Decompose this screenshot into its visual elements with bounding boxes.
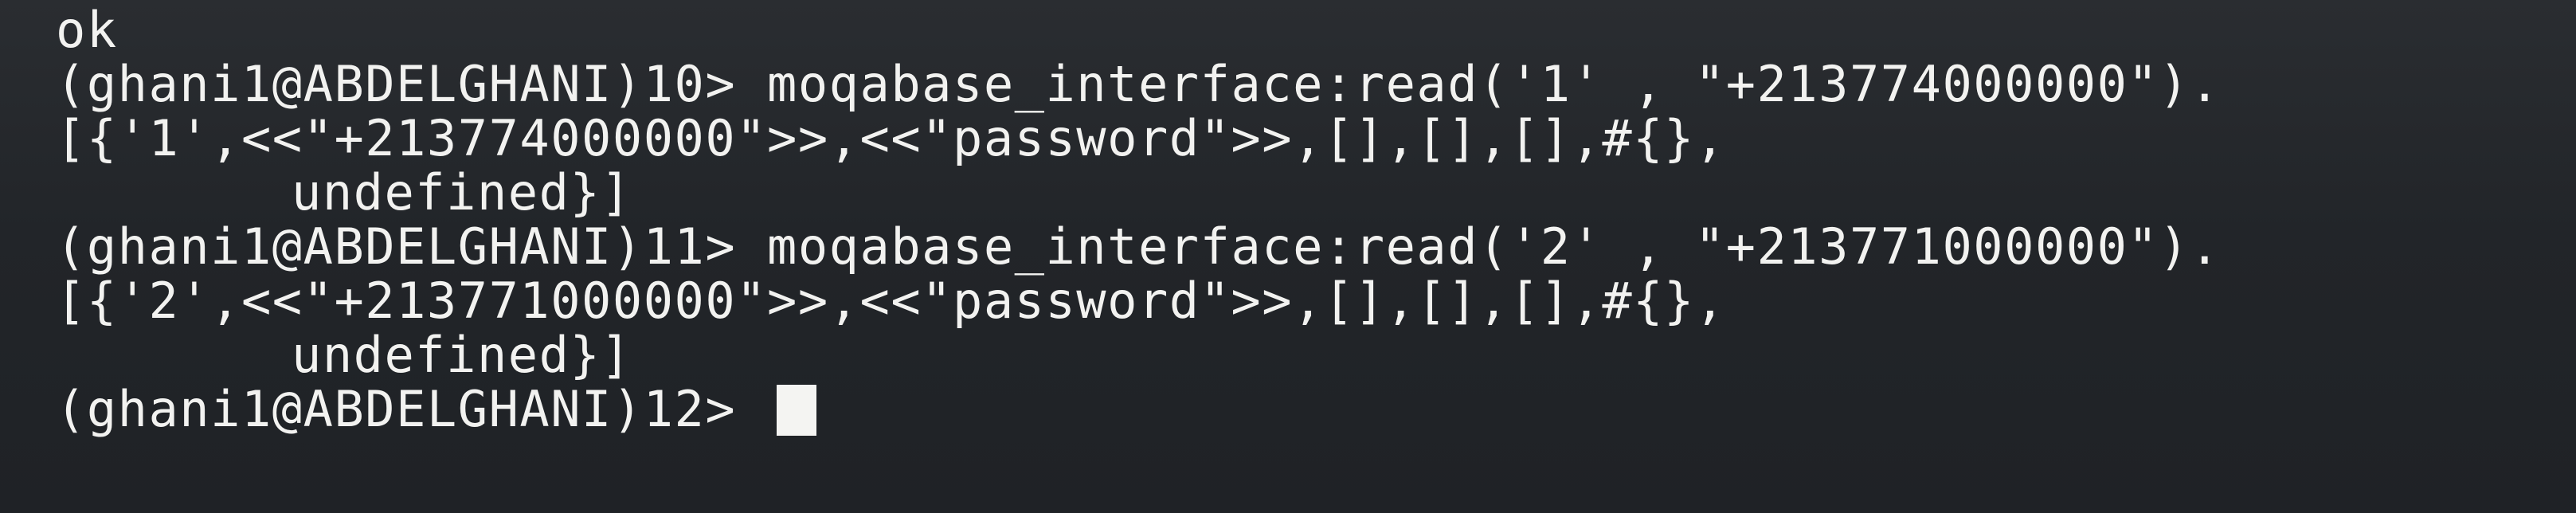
command-line-10: (ghani1@ABDELGHANI)10> moqabase_interfac…	[56, 57, 2576, 112]
text-cursor[interactable]	[777, 385, 817, 436]
output-ok: ok	[56, 1, 118, 59]
command-text: moqabase_interface:read('2' , "+21377100…	[767, 217, 2221, 276]
shell-prompt: (ghani1@ABDELGHANI)10>	[56, 55, 768, 113]
command-line-11: (ghani1@ABDELGHANI)11> moqabase_interfac…	[56, 220, 2576, 274]
output-result-continuation: undefined}]	[292, 326, 632, 384]
shell-prompt: (ghani1@ABDELGHANI)11>	[56, 217, 768, 276]
terminal-window[interactable]: ok (ghani1@ABDELGHANI)10> moqabase_inter…	[0, 0, 2576, 513]
output-result: [{'2',<<"+213771000000">>,<<"password">>…	[56, 272, 1726, 330]
output-result-continuation: undefined}]	[292, 163, 632, 221]
command-text: moqabase_interface:read('1' , "+21377400…	[767, 55, 2221, 113]
shell-prompt: (ghani1@ABDELGHANI)12>	[56, 380, 768, 438]
active-prompt-line[interactable]: (ghani1@ABDELGHANI)12>	[56, 382, 2576, 437]
output-result: [{'1',<<"+213774000000">>,<<"password">>…	[56, 109, 1726, 167]
